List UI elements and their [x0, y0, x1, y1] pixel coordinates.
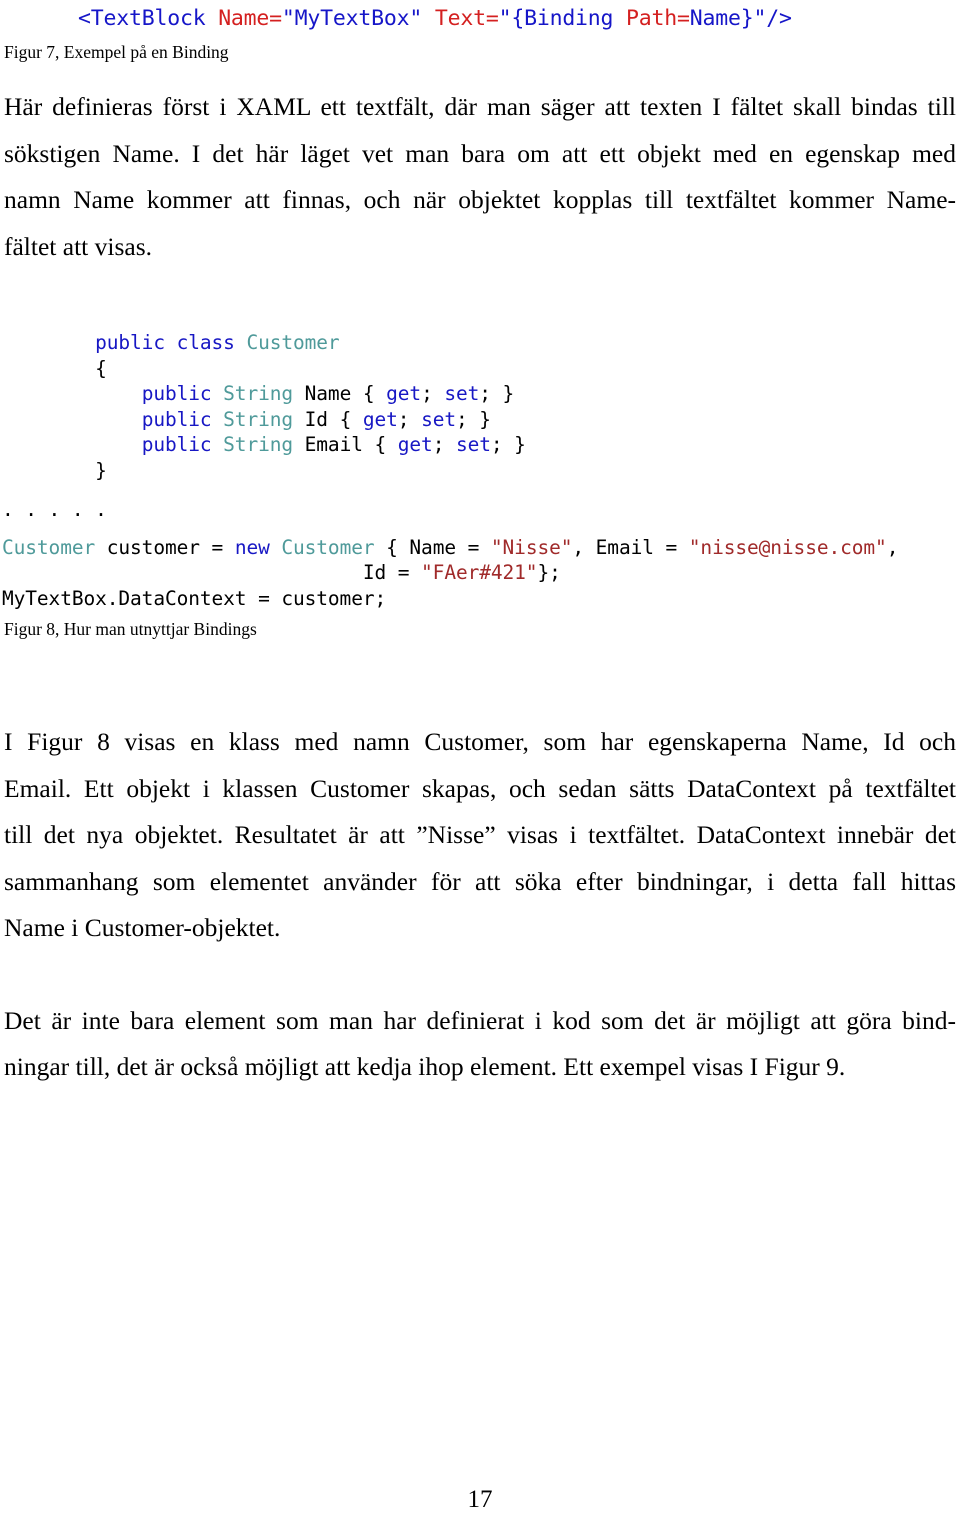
- code-line: Customer customer = new Customer { Name …: [2, 535, 958, 561]
- paragraph-element-chaining: Det är inte bara element som man har def…: [2, 998, 958, 1091]
- code-line: public String Name { get; set; }: [2, 381, 958, 407]
- code-token: { Name =: [374, 535, 491, 559]
- code-token: set: [444, 382, 480, 405]
- code-token: Name}"/>: [689, 6, 792, 31]
- code-token: String: [223, 433, 294, 456]
- code-token: Customer: [281, 535, 375, 559]
- paragraph-line: namn Name kommer att finnas, och när obj…: [4, 185, 956, 214]
- code-token: Text=: [434, 6, 499, 31]
- code-token: ; }: [479, 382, 515, 405]
- code-line: {: [2, 356, 958, 382]
- code-token: Id {: [293, 407, 363, 431]
- code-line: }: [2, 458, 958, 484]
- code-token: class: [176, 331, 235, 354]
- paragraph-line: sökstigen Name. I det här läget vet man …: [4, 138, 956, 168]
- code-token: Customer: [2, 535, 96, 559]
- csharp-ellipsis: . . . . .: [2, 498, 107, 521]
- code-line: MyTextBox.DataContext = customer;: [2, 586, 958, 612]
- code-token: public: [95, 331, 165, 354]
- code-line: public class Customer: [2, 330, 958, 356]
- code-token: "Nisse": [490, 535, 573, 559]
- paragraph-line: sammanhang som elementet använder för at…: [4, 866, 956, 896]
- page-number: 17: [467, 1486, 493, 1513]
- code-token: ;: [421, 382, 445, 405]
- figure-8-caption: Figur 8, Hur man utnyttjar Bindings: [4, 619, 257, 639]
- paragraph-line: ningar till, det är också möjligt att ke…: [4, 1052, 846, 1081]
- code-token: get: [362, 407, 398, 431]
- paragraph-line: Email. Ett objekt i klassen Customer ska…: [4, 773, 956, 803]
- code-token: {: [95, 356, 107, 380]
- code-line: public String Email { get; set; }: [2, 432, 958, 458]
- code-token: ;: [397, 407, 422, 431]
- code-token: };: [537, 561, 561, 584]
- code-token: Id =: [362, 561, 422, 584]
- csharp-class-definition: public class Customer { public String Na…: [2, 330, 958, 483]
- code-token: new: [234, 535, 270, 559]
- code-token: "{Binding: [498, 6, 627, 31]
- code-token: Email {: [293, 433, 398, 456]
- code-token: customer =: [95, 535, 235, 559]
- code-token: set: [455, 433, 491, 456]
- code-token: Customer: [246, 331, 340, 354]
- paragraph-line: till det nya objektet. Resultatet är att…: [4, 820, 956, 849]
- code-token: Name=: [218, 6, 282, 31]
- code-line: public String Id { get; set; }: [2, 407, 958, 433]
- paragraph-line: Name i Customer-objektet.: [4, 913, 281, 942]
- code-token: "FAer#421": [421, 561, 538, 584]
- paragraph-line: fältet att visas.: [4, 231, 152, 261]
- paragraph-line: I Figur 8 visas en klass med namn Custom…: [4, 727, 956, 756]
- code-token: }: [95, 458, 107, 482]
- code-token: ;: [432, 433, 456, 456]
- code-token: Name {: [293, 382, 387, 405]
- figure-7-caption: Figur 7, Exempel på en Binding: [4, 42, 229, 62]
- code-token: MyTextBox.DataContext = customer;: [2, 586, 387, 610]
- paragraph-intro-binding: Här definieras först i XAML ett textfält…: [2, 84, 958, 270]
- code-token: , Email =: [572, 535, 689, 559]
- code-token: get: [386, 382, 422, 405]
- code-token: public: [141, 407, 212, 431]
- code-line: Id = "FAer#421"};: [2, 560, 958, 586]
- code-token: public: [141, 433, 212, 456]
- document-page: <TextBlock Name="MyTextBox" Text="{Bindi…: [0, 4, 960, 1526]
- code-token: "nisse@nisse.com": [688, 535, 887, 559]
- code-token: <TextBlock: [78, 6, 219, 31]
- code-token: public: [141, 382, 212, 405]
- code-token: Path=: [626, 6, 690, 31]
- xaml-code-snippet: <TextBlock Name="MyTextBox" Text="{Bindi…: [2, 4, 958, 34]
- code-token: ,: [886, 535, 899, 559]
- code-token: ; }: [490, 433, 526, 456]
- csharp-instantiation: Customer customer = new Customer { Name …: [2, 535, 958, 612]
- paragraph-line: Här definieras först i XAML ett textfält…: [4, 92, 956, 121]
- code-token: String: [223, 407, 294, 431]
- code-token: set: [421, 407, 456, 431]
- code-token: get: [397, 433, 433, 456]
- code-token: String: [223, 382, 294, 405]
- paragraph-line: Det är inte bara element som man har def…: [4, 1005, 956, 1035]
- code-token: "MyTextBox": [281, 6, 435, 31]
- code-token: ; }: [455, 407, 491, 431]
- paragraph-datacontext-explained: I Figur 8 visas en klass med namn Custom…: [2, 719, 958, 952]
